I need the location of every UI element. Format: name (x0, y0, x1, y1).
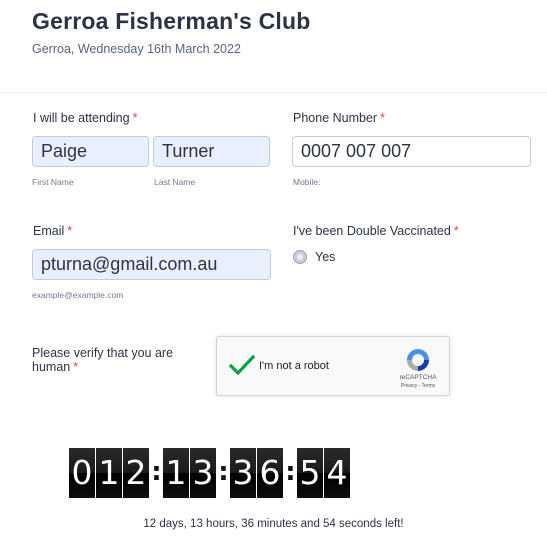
email-input[interactable]: pturna@gmail.com.au (32, 249, 271, 280)
countdown-day-digit: 1 (96, 448, 122, 498)
vaccination-label: I've been Double Vaccinated * (293, 224, 459, 239)
form-title: Gerroa Fisherman's Club (32, 8, 311, 34)
countdown-separator: : (218, 457, 229, 487)
attending-label: I will be attending * (33, 111, 137, 126)
required-mark: * (132, 111, 138, 125)
last-name-input[interactable]: Turner (153, 136, 270, 167)
required-mark: * (67, 224, 73, 238)
checkmark-icon[interactable] (229, 354, 255, 376)
recaptcha-brand: reCAPTCHA (399, 374, 437, 381)
vaccination-option-label: Yes (315, 250, 336, 264)
countdown-hour-digit: 1 (163, 448, 189, 498)
phone-sublabel: Mobile: (293, 177, 321, 187)
attending-label-text: I will be attending (33, 111, 130, 125)
vaccination-option-yes[interactable]: Yes (293, 249, 335, 265)
phone-label: Phone Number * (293, 111, 385, 126)
first-name-input[interactable]: Paige (32, 136, 149, 167)
vaccination-radio[interactable] (293, 250, 307, 264)
countdown-day-digit: 2 (123, 448, 149, 498)
header-divider (0, 92, 547, 93)
first-name-sublabel: First Name (32, 177, 74, 187)
last-name-sublabel: Last Name (154, 177, 196, 187)
recaptcha-links[interactable]: Privacy - Terms (393, 383, 443, 389)
required-mark: * (453, 224, 459, 238)
countdown-hour-digit: 3 (190, 448, 216, 498)
form-subtitle: Gerroa, Wednesday 16th March 2022 (32, 42, 241, 56)
recaptcha-logo-icon (407, 349, 429, 371)
countdown-minute-digit: 6 (257, 448, 283, 498)
vaccination-label-text: I've been Double Vaccinated (293, 224, 451, 238)
phone-label-text: Phone Number (293, 111, 378, 125)
email-label-text: Email (33, 224, 65, 238)
phone-input[interactable]: 0007 007 007 (292, 136, 531, 167)
countdown-day-digit: 0 (69, 448, 95, 498)
countdown-summary: 12 days, 13 hours, 36 minutes and 54 sec… (143, 518, 404, 530)
email-sublabel: example@example.com (32, 290, 124, 300)
countdown-separator: : (151, 457, 162, 487)
countdown-separator: : (285, 457, 296, 487)
required-mark: * (380, 111, 385, 125)
required-mark: * (73, 360, 79, 374)
recaptcha-widget: I'm not a robot reCAPTCHA Privacy - Term… (216, 336, 450, 396)
verify-label: Please verify that you are human * (32, 346, 192, 374)
recaptcha-checkbox-label: I'm not a robot (259, 360, 329, 372)
email-label: Email * (33, 224, 72, 239)
countdown-minute-digit: 3 (230, 448, 256, 498)
countdown-second-digit: 5 (297, 448, 323, 498)
verify-label-text: Please verify that you are human (32, 346, 174, 374)
countdown-second-digit: 4 (324, 448, 350, 498)
countdown-timer: 0 1 2 : 1 3 : 3 6 : 5 4 (69, 448, 351, 498)
